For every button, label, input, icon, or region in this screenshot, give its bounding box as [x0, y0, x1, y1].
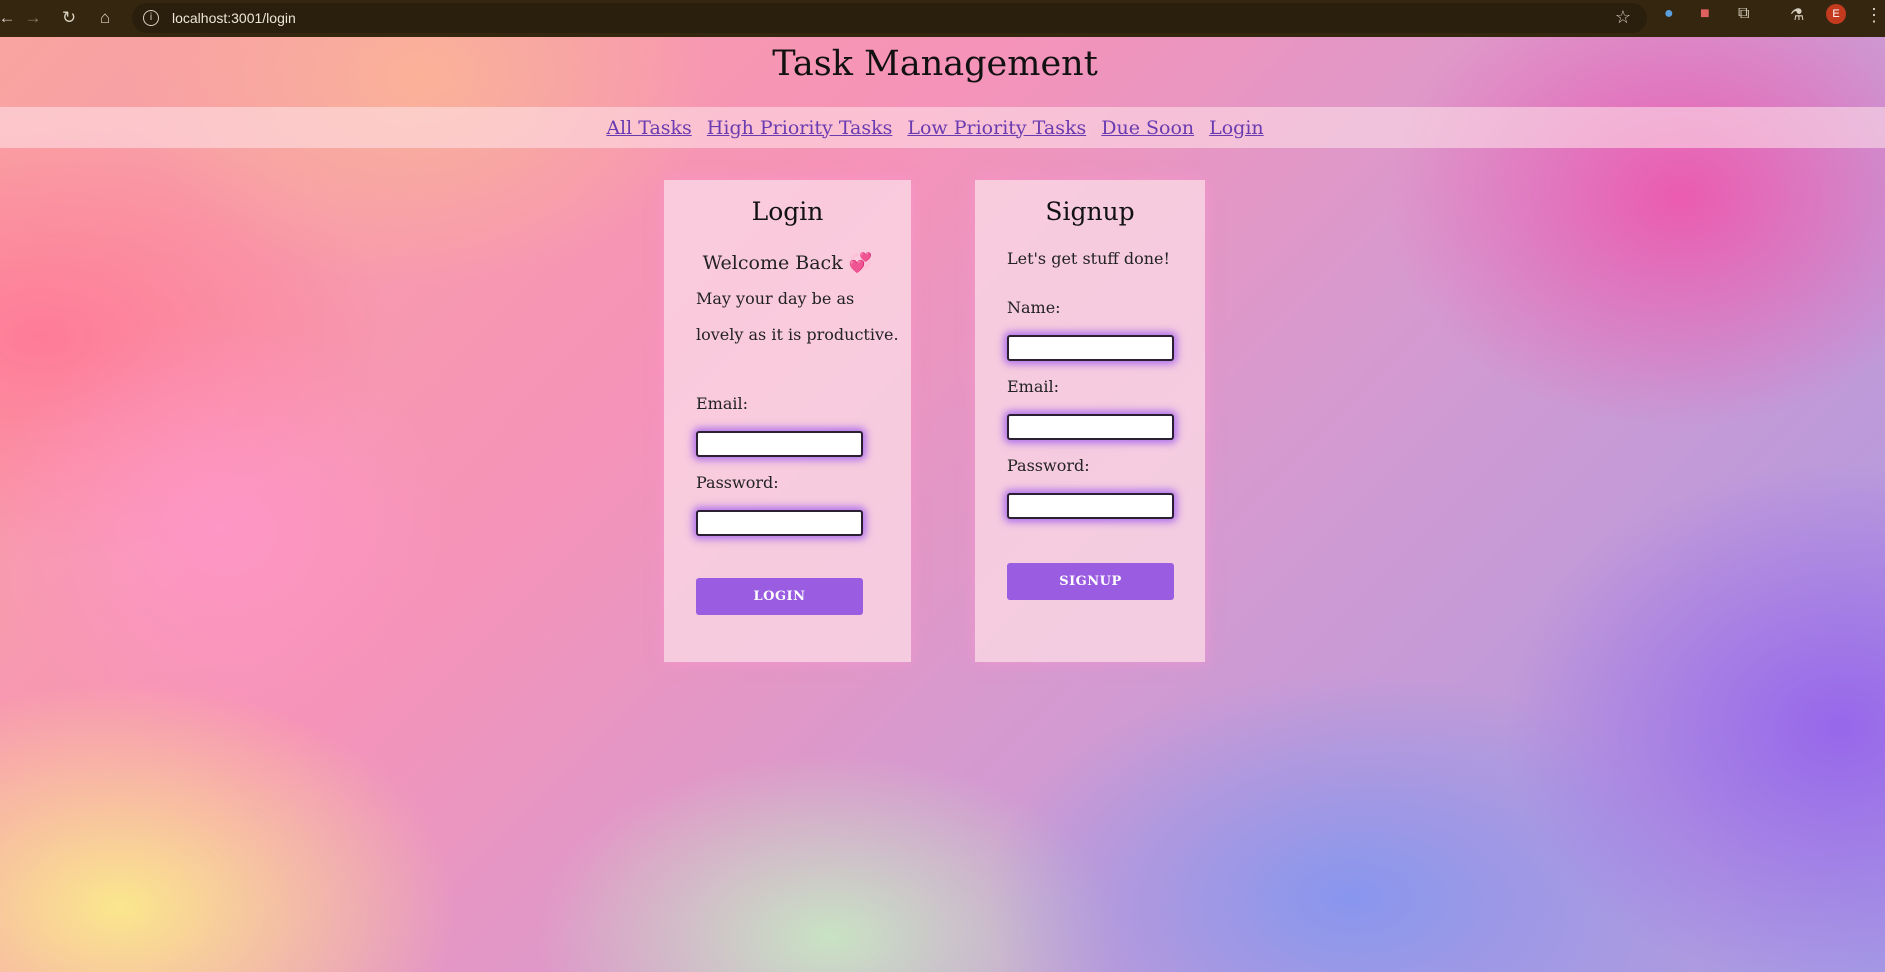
nav-link-login[interactable]: Login	[1209, 117, 1264, 139]
signup-password-label: Password:	[1007, 456, 1090, 475]
welcome-heading: Welcome Back 💞	[702, 252, 873, 274]
home-icon[interactable]: ⌂	[90, 3, 120, 33]
login-email-input[interactable]	[696, 431, 863, 457]
browser-toolbar: ← → ↻ ⌂ i localhost:3001/login ☆ ● ■ ⧉ ⚗…	[0, 0, 1885, 37]
login-card: Login Welcome Back 💞 May your day be as …	[664, 180, 911, 662]
signup-email-label: Email:	[1007, 377, 1060, 396]
welcome-message-line: May your day be as	[696, 289, 855, 308]
forward-icon[interactable]: →	[18, 3, 48, 33]
menu-icon[interactable]: ⋮	[1865, 5, 1883, 26]
welcome-message-line: lovely as it is productive.	[696, 325, 899, 344]
nav-link-all-tasks[interactable]: All Tasks	[606, 117, 691, 139]
signup-button[interactable]: SIGNUP	[1007, 563, 1174, 600]
site-info-icon[interactable]: i	[143, 10, 159, 26]
page-body: Task Management All Tasks High Priority …	[0, 37, 1885, 972]
signup-email-input[interactable]	[1007, 414, 1174, 440]
nav-link-due-soon[interactable]: Due Soon	[1101, 117, 1194, 139]
extension-icon[interactable]: ⧉	[1738, 5, 1749, 23]
login-password-label: Password:	[696, 473, 779, 492]
signup-name-input[interactable]	[1007, 335, 1174, 361]
login-title: Login	[751, 197, 824, 226]
url-text[interactable]: localhost:3001/login	[172, 10, 296, 26]
login-button[interactable]: LOGIN	[696, 578, 863, 615]
login-password-input[interactable]	[696, 510, 863, 536]
login-email-label: Email:	[696, 394, 749, 413]
signup-tagline: Let's get stuff done!	[1007, 249, 1170, 268]
extension-icon[interactable]: ■	[1700, 5, 1710, 23]
avatar[interactable]: E	[1826, 4, 1846, 24]
signup-name-label: Name:	[1007, 298, 1061, 317]
labs-icon[interactable]: ⚗	[1790, 5, 1804, 25]
nav-link-low-priority[interactable]: Low Priority Tasks	[907, 117, 1086, 139]
signup-title: Signup	[1045, 197, 1135, 226]
nav-link-high-priority[interactable]: High Priority Tasks	[707, 117, 893, 139]
main-nav: All Tasks High Priority Tasks Low Priori…	[0, 107, 1885, 148]
signup-password-input[interactable]	[1007, 493, 1174, 519]
extension-icon[interactable]: ●	[1664, 5, 1674, 23]
page-title: Task Management	[772, 44, 1098, 84]
bookmark-star-icon[interactable]: ☆	[1615, 7, 1631, 28]
address-bar[interactable]: i localhost:3001/login ☆	[132, 3, 1647, 33]
signup-card: Signup Let's get stuff done! Name: Email…	[975, 180, 1205, 662]
reload-icon[interactable]: ↻	[54, 3, 84, 33]
